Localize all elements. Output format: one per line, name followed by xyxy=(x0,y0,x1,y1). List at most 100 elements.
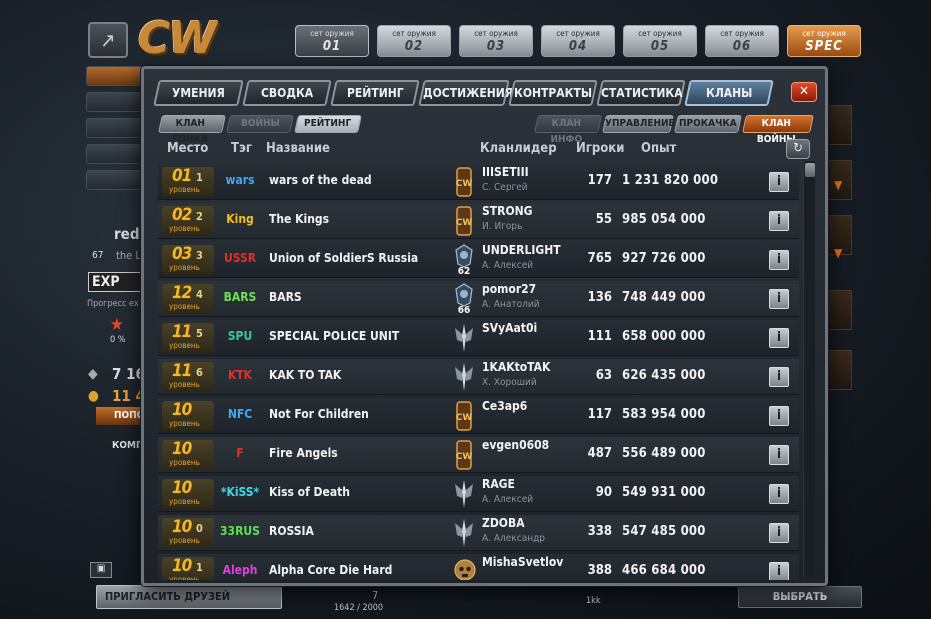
clan-name[interactable]: Fire Angels xyxy=(269,446,338,460)
table-row[interactable]: 10 уровень *KiSS* Kiss of Death RAGE А. … xyxy=(158,476,799,512)
clan-name[interactable]: Alpha Core Die Hard xyxy=(269,563,392,577)
rank-number: 10 xyxy=(172,556,192,576)
table-row[interactable]: 11 5 уровень SPU SPECIAL POLICE UNIT SVy… xyxy=(158,320,799,356)
table-row[interactable]: 10 уровень F Fire Angels CW evgen0608 48… xyxy=(158,437,799,473)
info-button[interactable]: i xyxy=(769,211,789,231)
tab-rating[interactable]: РЕЙТИНГ xyxy=(330,80,420,106)
refill-button[interactable]: ПОПО xyxy=(96,407,144,425)
leader-nickname[interactable]: evgen0608 xyxy=(482,438,549,452)
bottom-num: 7 xyxy=(372,589,379,602)
tab-achievements[interactable]: ДОСТИЖЕНИЯ xyxy=(418,80,513,106)
side-slot[interactable] xyxy=(826,105,852,145)
svg-text:CW: CW xyxy=(456,218,473,228)
weapon-set-tab-5[interactable]: сет оружия 05 xyxy=(623,25,697,57)
info-button[interactable]: i xyxy=(769,250,789,270)
coin-icon: ● xyxy=(88,388,99,404)
clan-exp: 1 231 820 000 xyxy=(622,173,719,188)
info-button[interactable]: i xyxy=(769,406,789,426)
leader-real-name: С. Сергей xyxy=(482,182,528,193)
weapon-set-tab-6[interactable]: сет оружия 06 xyxy=(705,25,779,57)
leader-nickname[interactable]: STRONG xyxy=(482,204,533,218)
info-button[interactable]: i xyxy=(769,367,789,387)
tab-statistics[interactable]: СТАТИСТИКА xyxy=(596,80,686,106)
info-button[interactable]: i xyxy=(769,328,789,348)
leader-nickname[interactable]: UNDERLIGHT xyxy=(482,243,561,257)
leader-nickname[interactable]: RAGE xyxy=(482,477,515,491)
scroll-thumb[interactable] xyxy=(805,163,815,177)
leader-real-name: А. Анатолий xyxy=(482,299,540,310)
progress-value: 0 % xyxy=(110,335,126,345)
info-button[interactable]: i xyxy=(769,484,789,504)
subtab-clan-race[interactable]: КЛАН ГОНКА xyxy=(158,115,226,145)
clan-name[interactable]: wars of the dead xyxy=(269,173,372,187)
column-header-players: Игроки xyxy=(576,141,625,156)
leader-nickname[interactable]: pomor27 xyxy=(482,282,536,296)
leader-real-name: А. Алексей xyxy=(482,260,534,271)
weapon-set-tab-2[interactable]: сет оружия 02 xyxy=(377,25,451,57)
clan-name[interactable]: KAK TO TAK xyxy=(269,368,341,382)
clan-name[interactable]: Not For Children xyxy=(269,407,369,421)
tab-skills[interactable]: УМЕНИЯ xyxy=(153,80,244,106)
tab-contracts[interactable]: КОНТРАКТЫ xyxy=(508,80,598,106)
subtab-rating[interactable]: РЕЙТИНГ xyxy=(294,115,362,133)
side-slot[interactable] xyxy=(826,290,852,330)
clan-name[interactable]: The Kings xyxy=(269,212,329,226)
rank-label: уровень xyxy=(169,458,200,467)
skull-emblem-icon xyxy=(454,556,476,580)
leader-nickname[interactable]: SVyAat0i xyxy=(482,321,537,335)
close-button[interactable]: ✕ xyxy=(791,82,817,102)
table-row[interactable]: 10 1 уровень Aleph Alpha Core Die Hard M… xyxy=(158,554,799,580)
side-slot[interactable] xyxy=(826,350,852,390)
weapon-set-tab-spec[interactable]: сет оружия SPEC xyxy=(787,25,861,57)
tab-clans[interactable]: КЛАНЫ xyxy=(684,80,774,106)
table-row[interactable]: 10 уровень NFC Not For Children CW Ce3ap… xyxy=(158,398,799,434)
rank-badge: 12 4 уровень xyxy=(162,284,214,314)
invite-friends-button[interactable]: ПРИГЛАСИТЬ ДРУЗЕЙ xyxy=(96,585,282,609)
table-row[interactable]: 10 0 уровень 33RUS ROSSIA ZDOBA А. Алекс… xyxy=(158,515,799,551)
table-row[interactable]: 11 6 уровень KTK KAK TO TAK 1KAKtoTAK Х.… xyxy=(158,359,799,395)
weapon-set-tab-3[interactable]: сет оружия 03 xyxy=(459,25,533,57)
leader-nickname[interactable]: IIISETIII xyxy=(482,165,529,179)
clan-tag: F xyxy=(236,446,244,460)
table-row[interactable]: 03 3 уровень USSR Union of SoldierS Russ… xyxy=(158,242,799,278)
clan-name[interactable]: SPECIAL POLICE UNIT xyxy=(269,329,399,343)
clan-name[interactable]: BARS xyxy=(269,290,302,304)
leader-nickname[interactable]: MishaSvetlov xyxy=(482,555,563,569)
weapon-set-tab-4[interactable]: сет оружия 04 xyxy=(541,25,615,57)
players-count: 487 xyxy=(587,446,612,461)
info-button[interactable]: i xyxy=(769,445,789,465)
clan-name[interactable]: Kiss of Death xyxy=(269,485,350,499)
leader-nickname[interactable]: ZDOBA xyxy=(482,516,525,530)
subtab-clan-wars[interactable]: КЛАН ВОЙНЫ xyxy=(742,115,814,145)
choose-button[interactable]: ВЫБРАТЬ xyxy=(738,586,862,608)
chevron-icon: ▼ xyxy=(834,178,843,192)
players-count: 63 xyxy=(595,368,612,383)
scrollbar[interactable] xyxy=(803,161,815,577)
clan-name[interactable]: ROSSIA xyxy=(269,524,314,538)
save-icon[interactable]: ▣ xyxy=(90,562,112,578)
info-button[interactable]: i xyxy=(769,172,789,192)
rank-label: уровень xyxy=(169,185,200,194)
rank-badge: 10 1 уровень xyxy=(162,557,214,580)
subtab-upgrade[interactable]: ПРОКАЧКА xyxy=(674,115,742,133)
subtab-management[interactable]: УПРАВЛЕНИЕ xyxy=(602,115,675,133)
leader-nickname[interactable]: Ce3ap6 xyxy=(482,399,527,413)
info-button[interactable]: i xyxy=(769,562,789,580)
weapon-set-tab-1[interactable]: сет оружия 01 xyxy=(295,25,369,57)
clan-name[interactable]: Union of SoldierS Russia xyxy=(269,251,418,265)
table-row[interactable]: 01 1 уровень wars wars of the dead CW II… xyxy=(158,164,799,200)
column-header-exp: Опыт xyxy=(641,141,677,156)
leader-nickname[interactable]: 1KAKtoTAK xyxy=(482,360,550,374)
refresh-icon[interactable]: ↻ xyxy=(786,139,810,159)
svg-text:CW: CW xyxy=(456,413,473,423)
info-button[interactable]: i xyxy=(769,289,789,309)
info-button[interactable]: i xyxy=(769,523,789,543)
tab-summary[interactable]: СВОДКА xyxy=(242,80,332,106)
exit-icon[interactable]: ↗ xyxy=(88,22,128,58)
table-row[interactable]: 12 4 уровень BARS BARS 66 pomor27 А. Ана… xyxy=(158,281,799,317)
table-row[interactable]: 02 2 уровень King The Kings CW STRONG И.… xyxy=(158,203,799,239)
rank-number: 10 xyxy=(172,517,192,537)
leader-real-name: А. Алексей xyxy=(482,494,534,505)
rank-number: 01 xyxy=(172,166,192,186)
rank-number: 11 xyxy=(172,361,192,381)
